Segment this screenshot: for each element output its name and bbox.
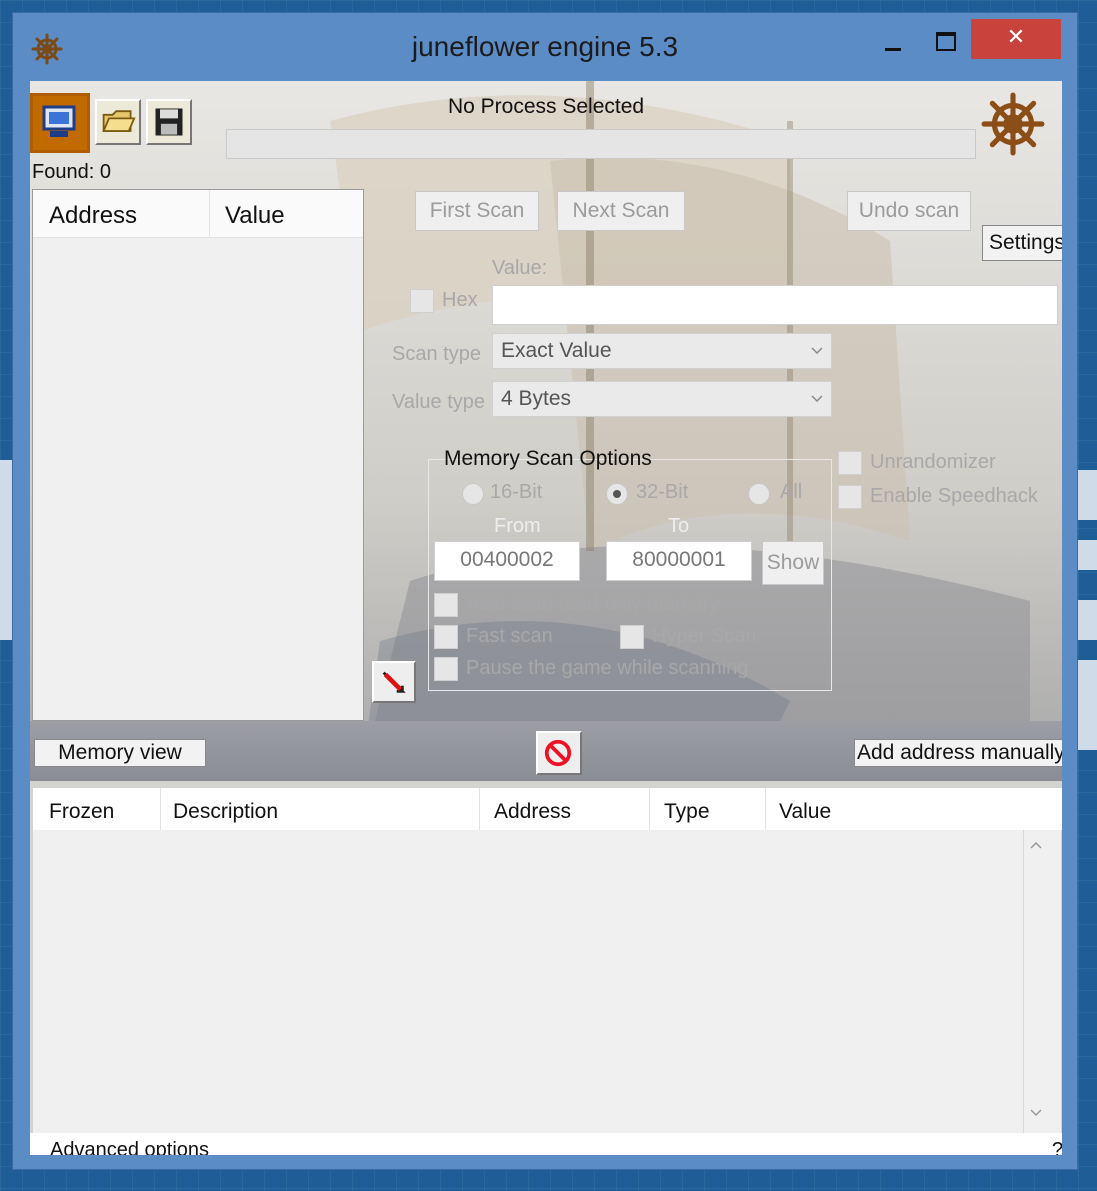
column-header-value[interactable]: Value bbox=[779, 800, 831, 824]
radio-32-bit[interactable] bbox=[606, 483, 628, 505]
pause-game-label: Pause the game while scanning bbox=[466, 657, 749, 679]
undo-scan-button[interactable]: Undo scan bbox=[847, 191, 971, 231]
speedhack-checkbox[interactable] bbox=[838, 485, 862, 509]
add-address-button[interactable]: Add address manually bbox=[854, 739, 1062, 767]
settings-button[interactable]: Settings bbox=[982, 225, 1062, 261]
chevron-up-icon[interactable] bbox=[1030, 840, 1042, 852]
desktop-glyph bbox=[1078, 470, 1097, 520]
clear-list-button[interactable] bbox=[536, 731, 582, 775]
column-divider bbox=[765, 788, 766, 830]
desktop-glyph bbox=[1078, 600, 1097, 640]
scan-type-label: Scan type bbox=[392, 343, 481, 365]
memory-view-button[interactable]: Memory view bbox=[34, 739, 206, 767]
column-header-frozen[interactable]: Frozen bbox=[49, 800, 114, 824]
address-table[interactable]: Frozen Description Address Type Value bbox=[32, 787, 1062, 1137]
column-header-description[interactable]: Description bbox=[173, 800, 278, 824]
hex-label: Hex bbox=[442, 289, 478, 311]
chevron-down-icon[interactable] bbox=[1030, 1106, 1042, 1118]
process-select-icon bbox=[42, 105, 76, 137]
show-range-button[interactable]: Show bbox=[762, 541, 824, 585]
from-label: From bbox=[494, 515, 541, 537]
minimize-button[interactable] bbox=[873, 19, 919, 59]
no-entry-icon bbox=[544, 739, 572, 767]
open-folder-icon bbox=[102, 110, 136, 132]
vertical-scrollbar[interactable] bbox=[1023, 830, 1047, 1134]
select-process-button[interactable] bbox=[30, 93, 90, 153]
save-file-button[interactable] bbox=[146, 99, 192, 145]
readonly-memory-checkbox[interactable] bbox=[434, 593, 458, 617]
column-header-value[interactable]: Value bbox=[225, 202, 285, 230]
speedhack-label: Enable Speedhack bbox=[870, 485, 1038, 507]
main-client-area: No Process Selected Found: 0 Address Val… bbox=[30, 81, 1062, 1155]
column-header-type[interactable]: Type bbox=[664, 800, 710, 824]
radio-all-label: All bbox=[780, 481, 803, 503]
desktop-glyph bbox=[0, 460, 12, 640]
value-label: Value: bbox=[492, 257, 548, 279]
hyper-scan-checkbox[interactable] bbox=[620, 625, 644, 649]
from-address-input[interactable]: 00400002 bbox=[434, 541, 580, 581]
next-scan-button[interactable]: Next Scan bbox=[557, 191, 685, 231]
unrandomizer-checkbox[interactable] bbox=[838, 451, 862, 475]
column-header-address[interactable]: Address bbox=[49, 202, 137, 230]
radio-32-bit-label: 32-Bit bbox=[636, 481, 689, 503]
desktop-glyph bbox=[1078, 660, 1097, 750]
unrandomizer-label: Unrandomizer bbox=[870, 451, 996, 473]
hyper-scan-label: Hyper Scan bbox=[652, 625, 757, 647]
memory-scan-options-title: Memory Scan Options bbox=[444, 447, 652, 470]
value-type-label: Value type bbox=[392, 391, 486, 413]
column-header-address[interactable]: Address bbox=[494, 800, 571, 824]
radio-16-bit[interactable] bbox=[462, 483, 484, 505]
found-count: Found: 0 bbox=[32, 161, 111, 183]
open-file-button[interactable] bbox=[95, 99, 141, 145]
scan-type-select[interactable]: Exact Value bbox=[492, 333, 832, 369]
ship-wheel-icon bbox=[981, 92, 1045, 156]
column-divider bbox=[649, 788, 650, 830]
column-divider bbox=[479, 788, 480, 830]
app-window: juneflower engine 5.3 ✕ No Process Selec… bbox=[12, 12, 1078, 1170]
results-list-header: Address Value bbox=[33, 190, 363, 238]
fast-scan-label: Fast scan bbox=[466, 625, 553, 647]
column-divider bbox=[209, 190, 210, 238]
value-type-value: 4 Bytes bbox=[501, 387, 572, 410]
pointer-scan-button[interactable] bbox=[372, 661, 416, 703]
to-label: To bbox=[668, 515, 690, 537]
advanced-options-link[interactable]: Advanced options bbox=[50, 1139, 209, 1155]
maximize-button[interactable] bbox=[923, 19, 969, 59]
chevron-down-icon bbox=[811, 395, 823, 403]
scan-type-value: Exact Value bbox=[501, 339, 612, 362]
desktop-glyph bbox=[1078, 540, 1097, 570]
chevron-down-icon bbox=[811, 347, 823, 355]
hex-checkbox[interactable] bbox=[410, 289, 434, 313]
address-table-header: Frozen Description Address Type Value bbox=[33, 788, 1062, 830]
process-label: No Process Selected bbox=[448, 95, 645, 118]
results-list[interactable]: Address Value bbox=[32, 189, 364, 721]
red-arrow-icon bbox=[382, 671, 406, 693]
pause-game-checkbox[interactable] bbox=[434, 657, 458, 681]
readonly-memory-label: Also scan read-only memory bbox=[466, 593, 720, 615]
title-bar[interactable]: juneflower engine 5.3 ✕ bbox=[13, 13, 1077, 81]
radio-all[interactable] bbox=[748, 483, 770, 505]
help-link[interactable]: ? bbox=[1052, 1139, 1062, 1155]
save-disk-icon bbox=[155, 108, 183, 136]
close-button[interactable]: ✕ bbox=[971, 19, 1061, 59]
first-scan-button[interactable]: First Scan bbox=[415, 191, 539, 231]
value-type-select[interactable]: 4 Bytes bbox=[492, 381, 832, 417]
column-divider bbox=[160, 788, 161, 830]
to-address-input[interactable]: 80000001 bbox=[606, 541, 752, 581]
fast-scan-checkbox[interactable] bbox=[434, 625, 458, 649]
radio-16-bit-label: 16-Bit bbox=[490, 481, 543, 503]
process-progress-bar bbox=[226, 129, 976, 159]
scan-value-input[interactable] bbox=[492, 285, 1058, 325]
